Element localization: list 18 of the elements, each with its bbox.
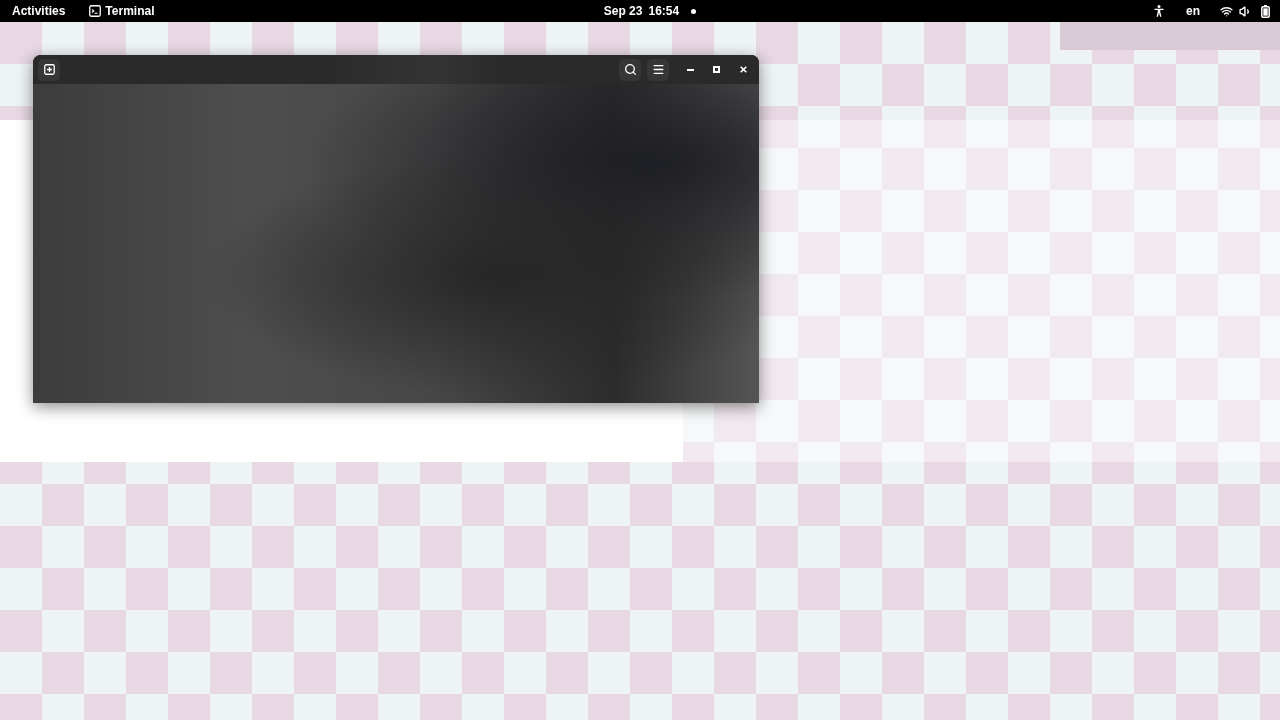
plus-box-icon (43, 64, 55, 75)
accessibility-icon[interactable] (1153, 5, 1164, 17)
terminal-icon (89, 5, 102, 17)
close-icon (739, 66, 747, 73)
search-button[interactable] (619, 58, 641, 81)
menu-button[interactable] (647, 58, 669, 81)
keyboard-layout-indicator[interactable]: en (1185, 2, 1200, 20)
search-icon (623, 63, 637, 76)
menu-icon (651, 63, 665, 76)
app-menu[interactable]: Terminal (77, 0, 167, 22)
activities-button[interactable]: Activities (0, 0, 78, 22)
new-tab-button[interactable] (38, 58, 60, 81)
wifi-icon[interactable] (1220, 4, 1233, 18)
minimize-icon (686, 68, 694, 71)
volume-icon[interactable] (1239, 4, 1252, 18)
maximize-icon (712, 66, 720, 73)
battery-icon[interactable] (1261, 4, 1270, 18)
clock[interactable]: Sep 23 16:54 (583, 0, 697, 22)
